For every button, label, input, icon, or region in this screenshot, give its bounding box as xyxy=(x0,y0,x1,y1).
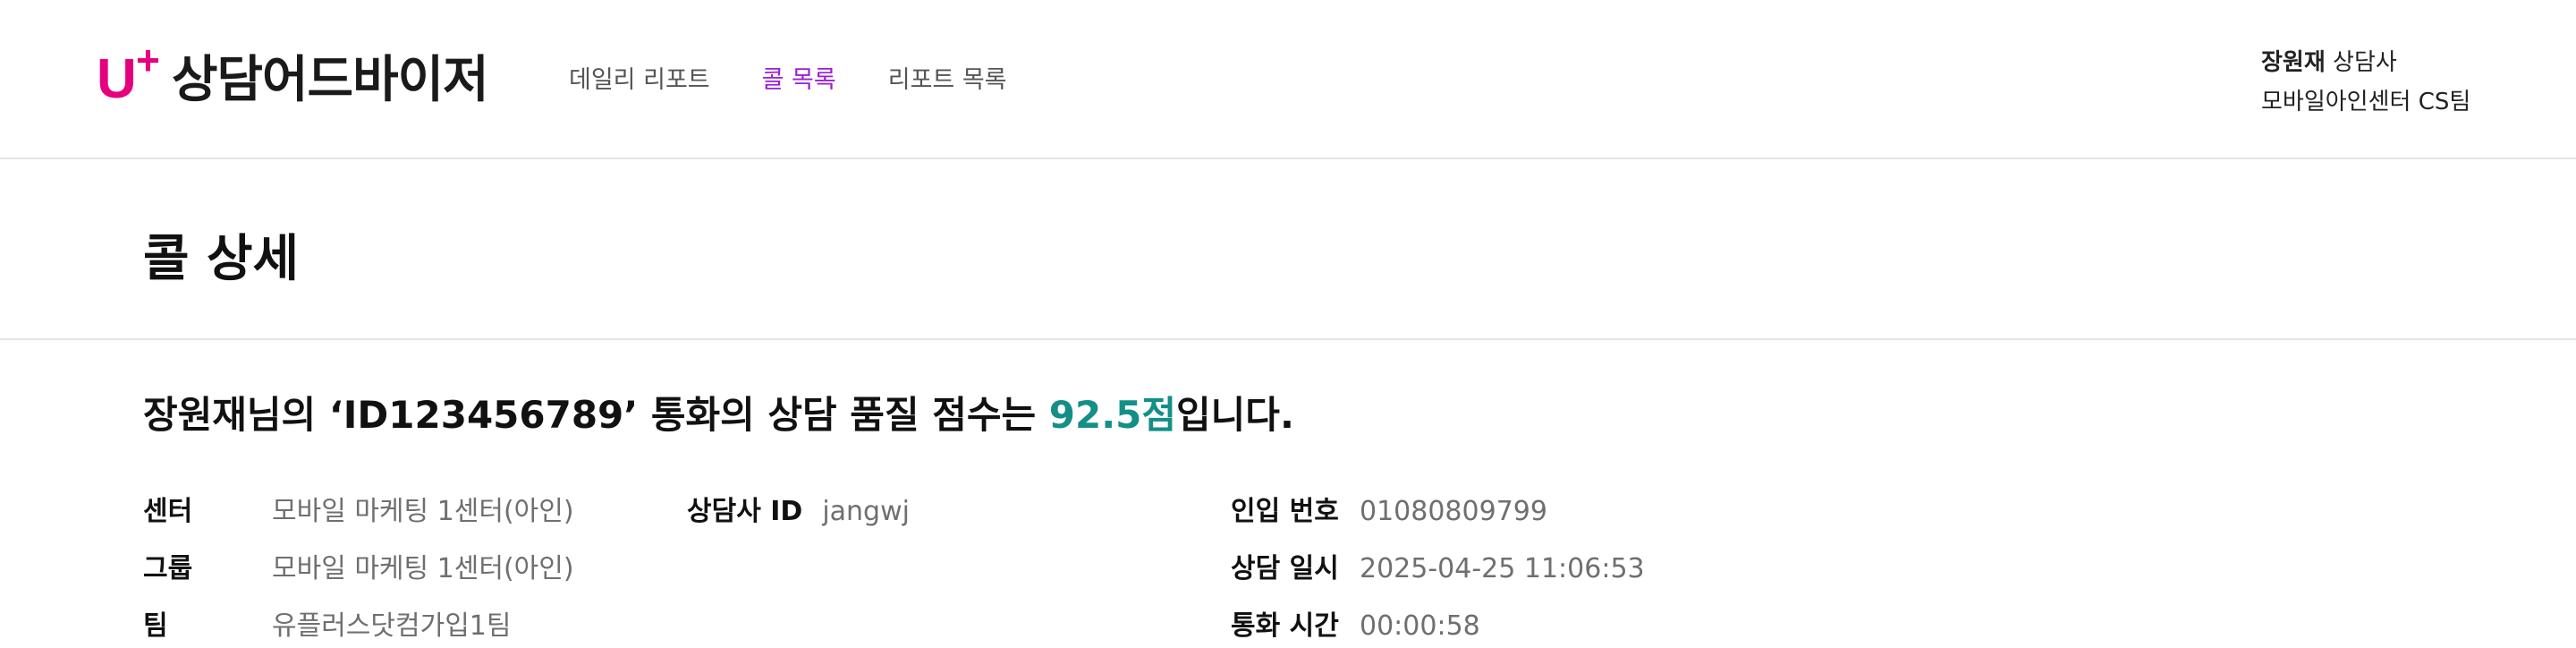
quality-score: 92.5점 xyxy=(1048,393,1177,437)
user-team: 모바일아인센터 CS팀 xyxy=(2261,89,2471,115)
detail-value: 모바일 마케팅 1센터(아인) xyxy=(272,553,574,584)
top-header: U + 상담어드바이저 데일리 리포트 콜 목록 리포트 목록 장원재 상담사 … xyxy=(0,0,2576,159)
detail-agent-id: 상담사 ID jangwj xyxy=(687,492,910,532)
main-nav: 데일리 리포트 콜 목록 리포트 목록 xyxy=(569,64,1059,97)
detail-label: 통화 시간 xyxy=(1231,610,1339,642)
detail-label: 상담 일시 xyxy=(1231,553,1339,584)
detail-value: 모바일 마케팅 1센터(아인) xyxy=(272,496,574,527)
detail-consult-datetime: 상담 일시 2025-04-25 11:06:53 xyxy=(1231,550,1645,589)
detail-value: 00:00:58 xyxy=(1360,610,1480,642)
lg-uplus-logo-icon: U + xyxy=(97,39,160,116)
detail-inbound-number: 인입 번호 01080809799 xyxy=(1231,492,1547,532)
detail-center: 센터 모바일 마케팅 1센터(아인) xyxy=(143,492,574,532)
detail-value: jangwj xyxy=(822,496,910,527)
summary-suffix: 입니다. xyxy=(1176,393,1294,437)
user-name-line: 장원재 상담사 xyxy=(2261,43,2470,82)
title-section: 콜 상세 xyxy=(0,159,2576,340)
detail-call-duration: 통화 시간 00:00:58 xyxy=(1231,607,1480,646)
nav-report-list[interactable]: 리포트 목록 xyxy=(888,64,1007,97)
summary-prefix: 장원재님의 ‘ID123456789’ 통화의 상담 품질 점수는 xyxy=(143,393,1049,437)
detail-value: 유플러스닷컴가입1팀 xyxy=(272,610,512,642)
user-name: 장원재 xyxy=(2261,49,2326,76)
detail-label: 팀 xyxy=(143,610,168,642)
score-summary: 장원재님의 ‘ID123456789’ 통화의 상담 품질 점수는 92.5점입… xyxy=(143,390,1294,440)
nav-call-list[interactable]: 콜 목록 xyxy=(762,64,836,97)
user-role: 상담사 xyxy=(2333,49,2397,76)
detail-label: 센터 xyxy=(143,496,193,527)
detail-label: 인입 번호 xyxy=(1231,496,1339,527)
app-name: 상담어드바이저 xyxy=(172,51,489,109)
user-info: 장원재 상담사 모바일아인센터 CS팀 xyxy=(2261,43,2470,122)
nav-daily-report[interactable]: 데일리 리포트 xyxy=(569,64,710,97)
detail-group: 그룹 모바일 마케팅 1센터(아인) xyxy=(143,550,574,589)
detail-team: 팀 유플러스닷컴가입1팀 xyxy=(143,607,512,646)
detail-value: 01080809799 xyxy=(1360,496,1547,527)
page-title: 콜 상세 xyxy=(143,230,300,288)
detail-label: 상담사 ID xyxy=(687,496,803,527)
logo-letter: U xyxy=(97,48,137,110)
logo-plus: + xyxy=(136,37,160,83)
brand-logo[interactable]: U + 상담어드바이저 xyxy=(97,39,489,116)
detail-label: 그룹 xyxy=(143,553,193,584)
detail-value: 2025-04-25 11:06:53 xyxy=(1360,553,1645,584)
